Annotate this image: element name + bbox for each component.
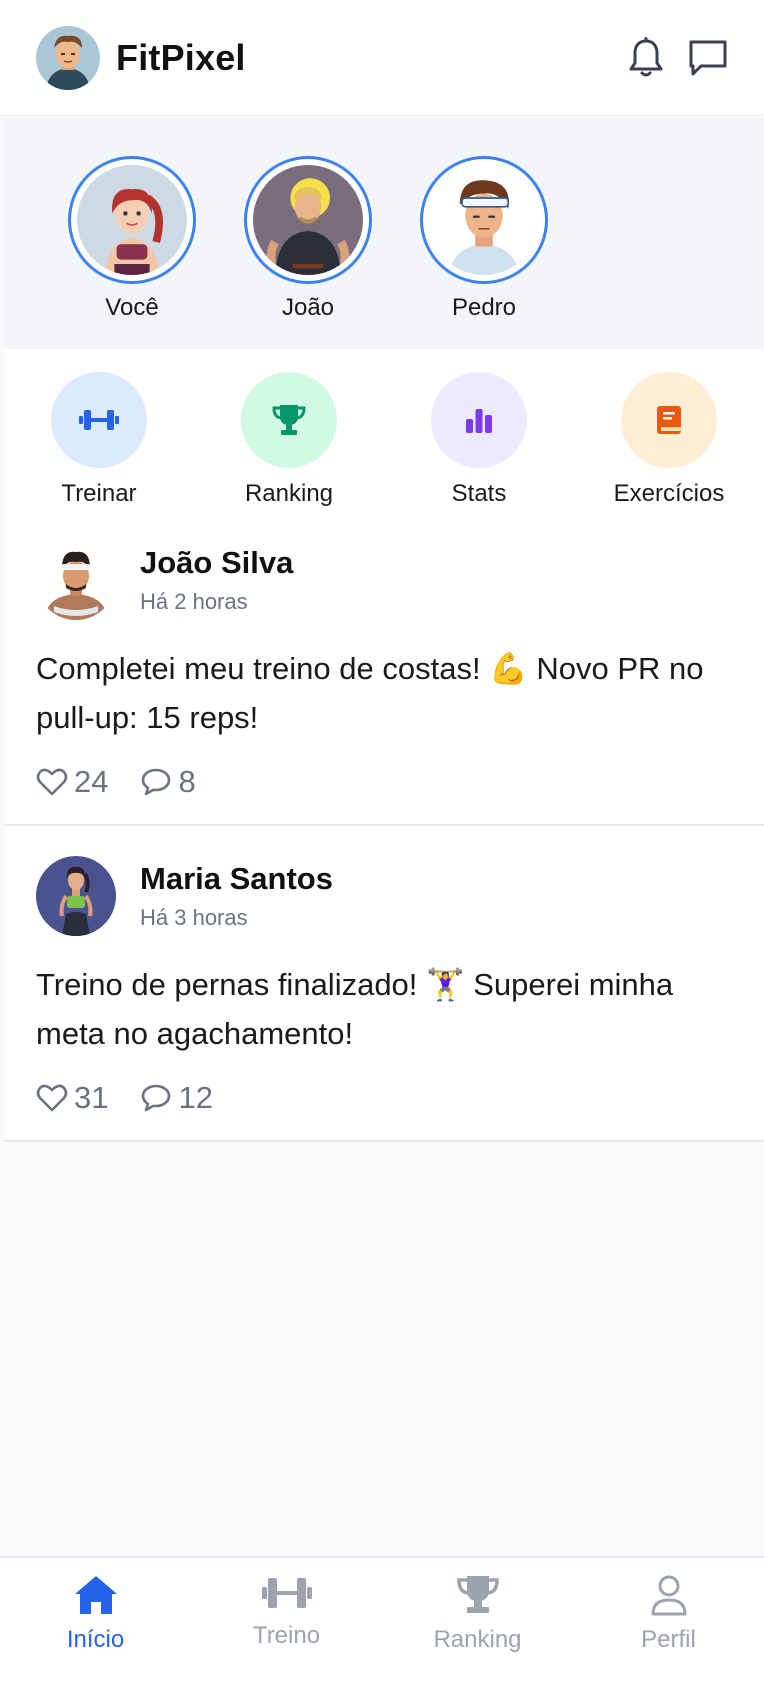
post-author[interactable]: Maria Santos	[140, 861, 333, 897]
comment-button[interactable]: 12	[140, 1080, 213, 1116]
home-icon	[74, 1576, 117, 1614]
post-header: Maria Santos Há 3 horas	[36, 856, 732, 936]
action-ranking[interactable]: Ranking	[199, 372, 379, 532]
story-ring	[68, 156, 196, 284]
nav-treino[interactable]: Treino	[197, 1574, 377, 1682]
bottom-nav: Início Treino Ranking Perfil	[0, 1556, 764, 1682]
profile-avatar[interactable]	[36, 25, 100, 90]
like-count: 31	[74, 1080, 109, 1115]
post-actions: 31 12	[36, 1080, 732, 1116]
post-timestamp: Há 2 horas	[140, 589, 248, 614]
post-author[interactable]: João Silva	[140, 545, 293, 581]
comment-count: 12	[178, 1080, 213, 1115]
feed-post: João Silva Há 2 horas Completei meu trei…	[4, 510, 764, 826]
post-header: João Silva Há 2 horas	[36, 540, 732, 620]
book-icon	[621, 372, 717, 468]
avatar-headband-man	[429, 165, 539, 275]
story-label: Pedro	[451, 294, 517, 321]
post-body: Completei meu treino de costas! 💪 Novo P…	[36, 651, 704, 735]
bar-chart-icon	[431, 372, 527, 468]
feed-post: Maria Santos Há 3 horas Treino de pernas…	[4, 826, 764, 1142]
nav-perfil[interactable]: Perfil	[579, 1574, 759, 1682]
action-stats[interactable]: Stats	[389, 372, 569, 532]
comment-button[interactable]: 8	[140, 764, 196, 800]
action-label: Stats	[451, 480, 507, 507]
post-timestamp: Há 3 horas	[140, 905, 248, 930]
action-label: Ranking	[244, 480, 334, 507]
app-title: FitPixel	[116, 36, 246, 78]
heart-icon	[36, 1084, 68, 1112]
dumbbell-icon	[261, 1578, 312, 1608]
story-voce[interactable]: Você	[44, 156, 220, 348]
chat-icon[interactable]	[680, 30, 736, 86]
quick-actions: Treinar Ranking Stats Exercícios	[4, 350, 764, 532]
post-avatar[interactable]	[36, 856, 116, 936]
action-label: Exercícios	[613, 480, 725, 507]
story-ring	[420, 156, 548, 284]
nav-label: Início	[66, 1626, 125, 1653]
app-screen: FitPixel Você João Pedro Treinar Ranking…	[0, 0, 764, 1682]
nav-label: Perfil	[641, 1626, 696, 1653]
trophy-icon	[456, 1576, 499, 1613]
post-body: Treino de pernas finalizado! 🏋️‍♀️ Super…	[36, 967, 674, 1051]
like-button[interactable]: 24	[36, 764, 108, 800]
like-count: 24	[74, 764, 109, 799]
post-meta: João Silva Há 2 horas	[140, 545, 293, 615]
avatar-woman-red-hair	[77, 165, 187, 275]
comment-icon	[142, 768, 171, 796]
post-meta: Maria Santos Há 3 horas	[140, 861, 333, 931]
story-label: João	[281, 294, 335, 321]
action-label: Treinar	[61, 480, 137, 507]
story-ring	[244, 156, 372, 284]
post-avatar[interactable]	[36, 540, 116, 620]
nav-label: Ranking	[433, 1626, 522, 1653]
action-treinar[interactable]: Treinar	[9, 372, 189, 532]
comment-icon	[142, 1084, 171, 1112]
stories-row: Você João Pedro	[4, 118, 764, 348]
like-button[interactable]: 31	[36, 1080, 108, 1116]
avatar-blond-man	[253, 165, 363, 275]
heart-icon	[36, 768, 68, 796]
story-pedro[interactable]: Pedro	[396, 156, 572, 348]
nav-inicio[interactable]: Início	[6, 1574, 186, 1682]
nav-ranking[interactable]: Ranking	[388, 1574, 568, 1682]
story-label: Você	[105, 294, 159, 321]
bell-icon[interactable]	[618, 30, 674, 86]
user-icon	[651, 1575, 686, 1616]
action-exercicios[interactable]: Exercícios	[579, 372, 759, 532]
dumbbell-icon	[51, 372, 147, 468]
story-joao[interactable]: João	[220, 156, 396, 348]
comment-count: 8	[178, 764, 196, 799]
nav-label: Treino	[252, 1622, 321, 1649]
trophy-icon	[241, 372, 337, 468]
top-header: FitPixel	[0, 0, 764, 116]
post-actions: 24 8	[36, 764, 732, 800]
